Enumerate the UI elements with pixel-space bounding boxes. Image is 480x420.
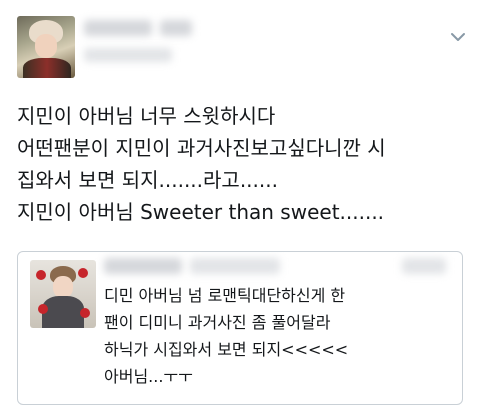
avatar-shirt-shape <box>23 58 71 78</box>
tweet-body: 지민이 아버님 너무 스윗하시다 어떤팬분이 지민이 과거사진보고싶다니깐 시 … <box>17 100 472 228</box>
author-name-blur-2 <box>160 20 192 36</box>
tweet-line: 어떤팬분이 지민이 과거사진보고싶다니깐 시 <box>17 136 386 160</box>
quoted-author-name-blur-1 <box>104 258 182 274</box>
apple-shape <box>38 304 48 314</box>
quoted-tweet-line: 디민 아버님 넘 로맨틱대단하신게 한 <box>104 286 346 305</box>
quoted-tweet-line: 팬이 디미니 과거사진 좀 풀어달라 <box>104 313 331 332</box>
tweet-line: 지민이 아버님 Sweeter than sweet....... <box>17 200 385 224</box>
quoted-avatar-body-shape <box>42 296 84 328</box>
quoted-avatar-face-shape <box>53 276 73 298</box>
quoted-tweet-body: 디민 아버님 넘 로맨틱대단하신게 한 팬이 디미니 과거사진 좀 풀어달라 하… <box>104 282 456 390</box>
quoted-tweet-line: 하닉가 시집와서 보면 되지<<<<< <box>104 340 349 359</box>
author-handle-blur <box>84 48 172 62</box>
quoted-tweet-card[interactable]: 디민 아버님 넘 로맨틱대단하신게 한 팬이 디미니 과거사진 좀 풀어달라 하… <box>17 251 463 405</box>
tweet-line: 집와서 보면 되지.......라고...... <box>17 168 278 192</box>
apple-shape <box>78 268 88 278</box>
apple-shape <box>80 308 90 318</box>
author-avatar[interactable] <box>17 16 75 78</box>
quoted-author-avatar[interactable] <box>30 260 96 328</box>
chevron-down-icon[interactable] <box>450 31 466 43</box>
author-name-blur-1 <box>84 20 152 36</box>
avatar-face-shape <box>35 34 57 58</box>
quoted-timestamp-blur <box>402 258 446 274</box>
quoted-tweet-line: 아버님...ㅜㅜ <box>104 367 193 386</box>
quoted-author-name-blur-2 <box>190 258 280 274</box>
tweet-line: 지민이 아버님 너무 스윗하시다 <box>17 104 276 128</box>
apple-shape <box>36 270 46 280</box>
